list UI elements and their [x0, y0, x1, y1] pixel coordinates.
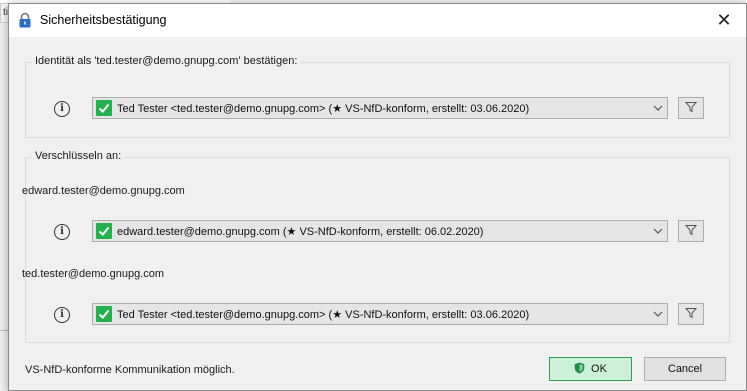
encrypt-group: Verschlüsseln an: edward.tester@demo.gnu…	[22, 150, 730, 343]
identity-group-title: Identität als 'ted.tester@demo.gnupg.com…	[32, 55, 301, 67]
close-icon: ✕	[716, 10, 732, 30]
filter-icon	[684, 224, 698, 239]
cancel-button[interactable]: Cancel	[644, 357, 726, 381]
recipient-certificate-text: Ted Tester <ted.tester@demo.gnupg.com> (…	[117, 308, 530, 321]
filter-icon	[684, 101, 698, 116]
identity-filter-button[interactable]	[678, 97, 704, 119]
ok-button[interactable]: OK	[549, 357, 632, 381]
dialog-title: Sicherheitsbestätigung	[40, 13, 167, 27]
chevron-down-icon	[649, 99, 667, 117]
compliance-status-text: VS-NfD-konforme Kommunikation möglich.	[25, 364, 235, 376]
recipient-certificate-text: edward.tester@demo.gnupg.com (★ VS-NfD-k…	[117, 225, 484, 238]
chevron-down-icon	[649, 305, 667, 323]
security-confirmation-dialog: Sicherheitsbestätigung ✕ Identität als '…	[8, 3, 747, 391]
identity-certificate-text: Ted Tester <ted.tester@demo.gnupg.com> (…	[117, 102, 530, 115]
title-bar: Sicherheitsbestätigung ✕	[9, 4, 746, 37]
checkmark-icon	[96, 223, 112, 239]
cancel-button-label: Cancel	[667, 363, 703, 375]
recipient-filter-button[interactable]	[678, 303, 704, 325]
info-icon[interactable]: i	[54, 101, 70, 117]
info-icon[interactable]: i	[54, 307, 70, 323]
identity-group: Identität als 'ted.tester@demo.gnupg.com…	[25, 55, 730, 138]
ok-button-label: OK	[591, 363, 607, 375]
checkmark-icon	[96, 100, 112, 116]
recipient-email-label: ted.tester@demo.gnupg.com	[22, 268, 165, 280]
checkmark-icon	[96, 306, 112, 322]
chevron-down-icon	[649, 222, 667, 240]
lock-icon	[18, 12, 32, 28]
close-button[interactable]: ✕	[702, 4, 746, 37]
identity-certificate-combo[interactable]: Ted Tester <ted.tester@demo.gnupg.com> (…	[92, 97, 668, 119]
filter-icon	[684, 307, 698, 322]
recipient-email-label: edward.tester@demo.gnupg.com	[22, 185, 185, 197]
recipient-certificate-combo[interactable]: Ted Tester <ted.tester@demo.gnupg.com> (…	[92, 303, 668, 325]
shield-icon	[574, 362, 585, 377]
recipient-filter-button[interactable]	[678, 220, 704, 242]
recipient-certificate-combo[interactable]: edward.tester@demo.gnupg.com (★ VS-NfD-k…	[92, 220, 668, 242]
info-icon[interactable]: i	[54, 224, 70, 240]
encrypt-group-title: Verschlüsseln an:	[32, 150, 125, 162]
